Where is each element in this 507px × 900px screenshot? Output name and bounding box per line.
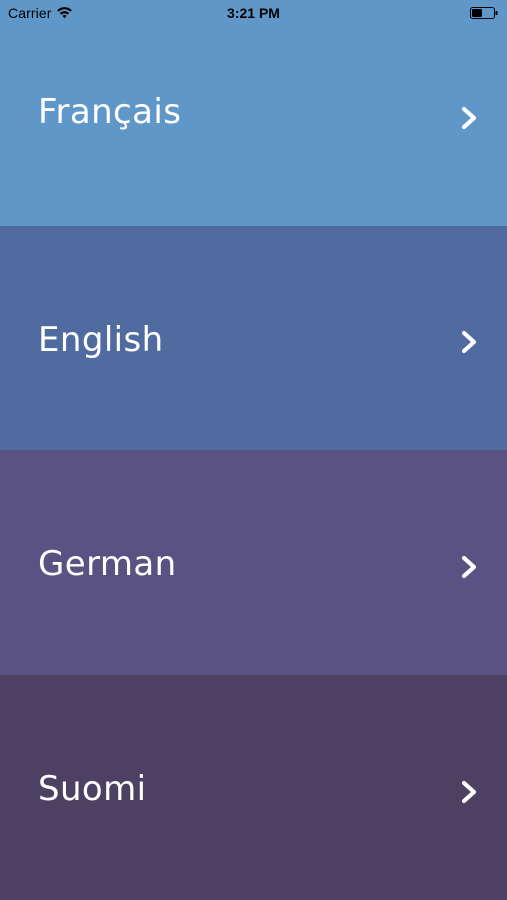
language-label: German — [38, 544, 177, 584]
language-label: Français — [38, 92, 182, 132]
status-time: 3:21 PM — [227, 5, 280, 21]
language-list: Français English German Suomi — [0, 0, 507, 900]
language-row-suomi[interactable]: Suomi — [0, 675, 507, 900]
battery-icon — [470, 7, 498, 19]
chevron-right-icon — [461, 780, 477, 804]
status-bar: Carrier 3:21 PM — [0, 0, 507, 28]
chevron-right-icon — [461, 330, 477, 354]
language-selection-screen: Carrier 3:21 PM Français English German … — [0, 0, 507, 900]
language-row-english[interactable]: English — [0, 226, 507, 450]
language-label: English — [38, 320, 164, 360]
language-row-german[interactable]: German — [0, 450, 507, 675]
chevron-right-icon — [461, 106, 477, 130]
chevron-right-icon — [461, 555, 477, 579]
language-row-francais[interactable]: Français — [0, 0, 507, 226]
language-label: Suomi — [38, 769, 147, 809]
